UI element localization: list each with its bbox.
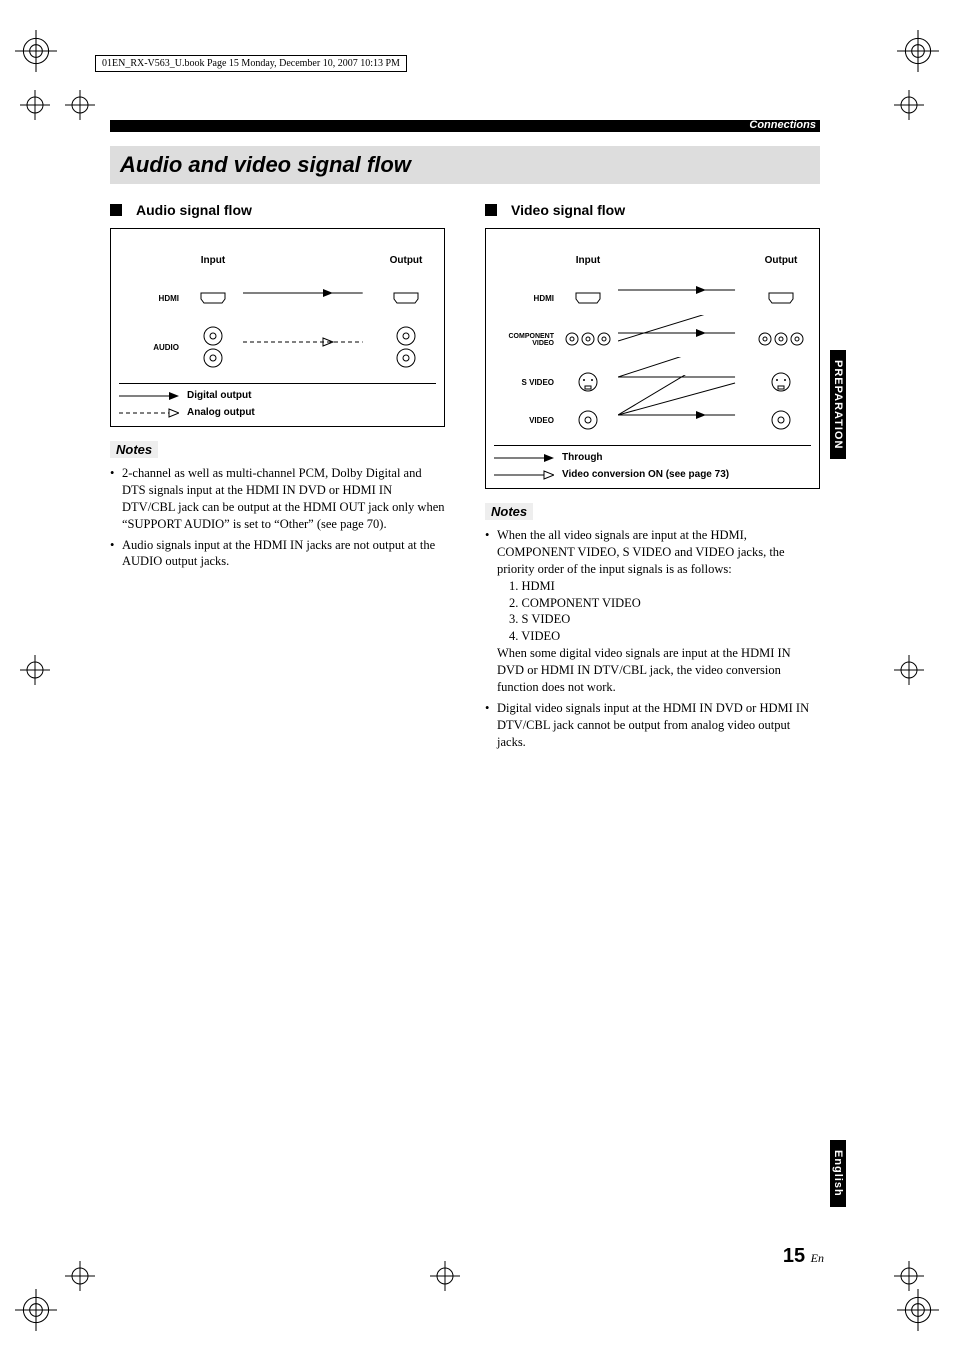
audio-column: Audio signal flow Input Output HDMI AUDI… — [110, 202, 445, 763]
note-item: Audio signals input at the HDMI IN jacks… — [110, 537, 445, 571]
rca-jack-icon — [580, 331, 596, 347]
signal-flow-arrows-icon — [618, 375, 751, 435]
solid-arrow-legend-icon — [494, 453, 554, 463]
note-item: When the all video signals are input at … — [485, 527, 820, 696]
page-number-suffix: En — [811, 1251, 824, 1265]
page-number-value: 15 — [783, 1245, 805, 1267]
crop-mark-icon — [20, 90, 50, 120]
col-header-input: Input — [558, 255, 618, 266]
legend-analog: Analog output — [187, 407, 255, 418]
row-label-component: COMPONENT VIDEO — [494, 333, 558, 347]
row-label-audio: AUDIO — [119, 343, 183, 352]
side-tab-preparation: PREPARATION — [830, 350, 846, 459]
print-job-header: 01EN_RX-V563_U.book Page 15 Monday, Dece… — [95, 55, 407, 72]
rca-jack-icon — [773, 331, 789, 347]
col-header-output: Output — [376, 255, 436, 266]
audio-diagram: Input Output HDMI AUDIO — [110, 228, 445, 427]
rca-jack-icon — [395, 347, 417, 369]
crop-mark-icon — [65, 1261, 95, 1291]
col-header-input: Input — [183, 255, 243, 266]
row-label-hdmi: HDMI — [494, 294, 558, 303]
note-item: 2-channel as well as multi-channel PCM, … — [110, 465, 445, 533]
arrow-icon — [618, 283, 751, 297]
rca-jack-icon — [757, 331, 773, 347]
rca-jack-icon — [789, 331, 805, 347]
priority-item: 1. HDMI — [509, 578, 820, 595]
reg-mark-icon — [897, 1289, 939, 1331]
side-tab-english: English — [830, 1140, 846, 1207]
reg-mark-icon — [15, 1289, 57, 1331]
rca-jack-icon — [395, 325, 417, 347]
solid-arrow-legend-icon — [119, 391, 179, 401]
rca-jack-icon — [202, 347, 224, 369]
legend-conversion: Video conversion ON (see page 73) — [562, 469, 729, 480]
hdmi-port-icon — [200, 292, 226, 304]
col-header-output: Output — [751, 255, 811, 266]
notes-heading: Notes — [485, 503, 533, 520]
crop-mark-icon — [65, 90, 95, 120]
row-label-svideo: S VIDEO — [494, 378, 558, 387]
audio-heading: Audio signal flow — [136, 202, 252, 218]
reg-mark-icon — [897, 30, 939, 72]
crop-mark-icon — [430, 1261, 460, 1291]
header-section-label: Connections — [749, 118, 816, 132]
page-number: 15 En — [783, 1245, 824, 1268]
notes-heading: Notes — [110, 441, 158, 458]
row-label-video: VIDEO — [494, 416, 558, 425]
crop-mark-icon — [894, 90, 924, 120]
square-bullet-icon — [110, 204, 122, 216]
note-text: When some digital video signals are inpu… — [497, 646, 791, 694]
svideo-jack-icon — [770, 371, 792, 393]
svideo-jack-icon — [577, 371, 599, 393]
arrow-icon — [243, 283, 376, 303]
section-title: Audio and video signal flow — [110, 146, 820, 184]
rca-jack-icon — [202, 325, 224, 347]
crop-mark-icon — [894, 1261, 924, 1291]
header-bar: Connections — [110, 120, 820, 132]
hdmi-port-icon — [768, 292, 794, 304]
video-column: Video signal flow Input Output HDMI COMP… — [485, 202, 820, 763]
row-label-hdmi: HDMI — [119, 294, 183, 303]
video-heading: Video signal flow — [511, 202, 625, 218]
square-bullet-icon — [485, 204, 497, 216]
note-item: Digital video signals input at the HDMI … — [485, 700, 820, 751]
rca-jack-icon — [770, 409, 792, 431]
rca-jack-icon — [596, 331, 612, 347]
crop-mark-icon — [894, 655, 924, 685]
priority-item: 2. COMPONENT VIDEO — [509, 595, 820, 612]
priority-item: 4. VIDEO — [509, 628, 820, 645]
open-arrow-legend-icon — [494, 470, 554, 480]
note-text: When the all video signals are input at … — [497, 528, 785, 576]
legend-through: Through — [562, 452, 603, 463]
legend-digital: Digital output — [187, 390, 251, 401]
dashed-arrow-icon — [243, 332, 376, 352]
crop-mark-icon — [20, 655, 50, 685]
dashed-arrow-legend-icon — [119, 408, 179, 418]
hdmi-port-icon — [393, 292, 419, 304]
rca-jack-icon — [564, 331, 580, 347]
priority-item: 3. S VIDEO — [509, 611, 820, 628]
reg-mark-icon — [15, 30, 57, 72]
rca-jack-icon — [577, 409, 599, 431]
video-diagram: Input Output HDMI COMPONENT VIDEO — [485, 228, 820, 489]
hdmi-port-icon — [575, 292, 601, 304]
